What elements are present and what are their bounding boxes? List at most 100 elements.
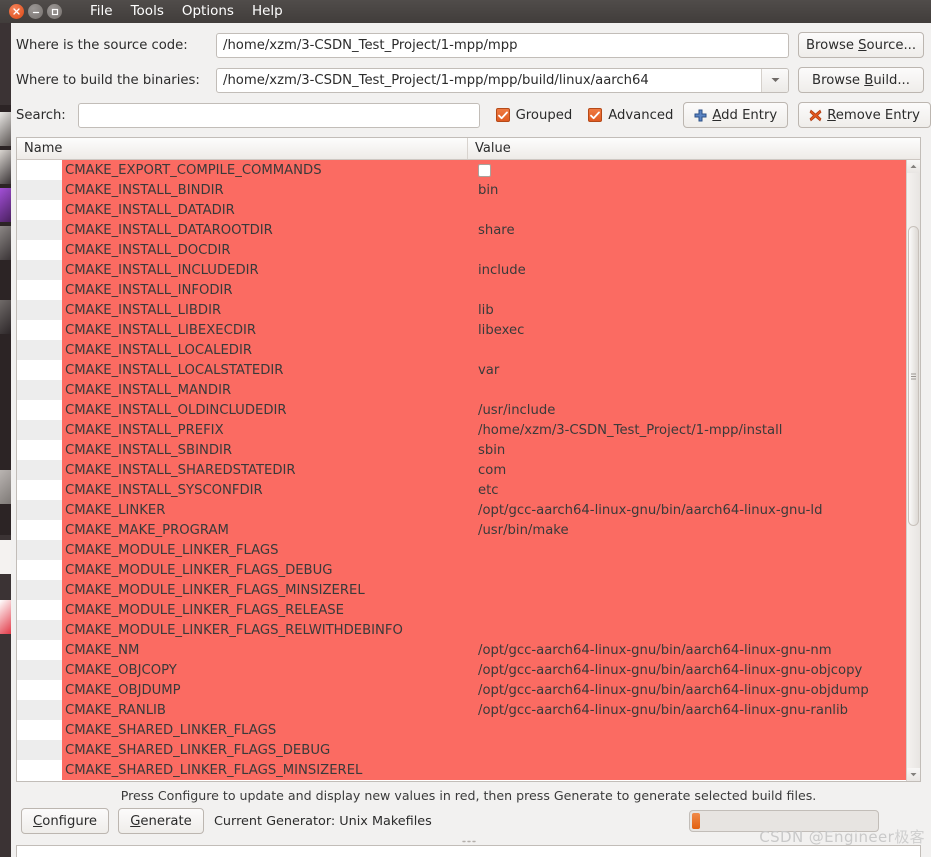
table-row[interactable]: CMAKE_INSTALL_OLDINCLUDEDIR/usr/include: [17, 400, 906, 420]
table-row[interactable]: CMAKE_SHARED_LINKER_FLAGS_DEBUG: [17, 740, 906, 760]
table-body[interactable]: CMAKE_EXPORT_COMPILE_COMMANDS CMAKE_INSTA…: [17, 160, 906, 781]
chevron-down-icon[interactable]: [761, 68, 788, 92]
launcher-icon-editor[interactable]: [0, 226, 11, 260]
cache-entry-value[interactable]: /opt/gcc-aarch64-linux-gnu/bin/aarch64-l…: [468, 500, 906, 520]
cache-entry-name[interactable]: CMAKE_INSTALL_SYSCONFDIR: [62, 480, 468, 500]
table-row[interactable]: CMAKE_INSTALL_INFODIR: [17, 280, 906, 300]
cache-entry-name[interactable]: CMAKE_SHARED_LINKER_FLAGS: [62, 720, 468, 740]
launcher-icon-terminal[interactable]: [0, 150, 11, 184]
cache-entry-value[interactable]: /home/xzm/3-CSDN_Test_Project/1-mpp/inst…: [468, 420, 906, 440]
cache-entry-value[interactable]: [468, 200, 906, 220]
cache-entry-value[interactable]: [468, 380, 906, 400]
cache-entry-value[interactable]: [468, 540, 906, 560]
source-path-input[interactable]: /home/xzm/3-CSDN_Test_Project/1-mpp/mpp: [216, 32, 789, 58]
cache-entry-value[interactable]: /opt/gcc-aarch64-linux-gnu/bin/aarch64-l…: [468, 660, 906, 680]
menu-item-file[interactable]: File: [81, 1, 122, 22]
cache-entry-value[interactable]: sbin: [468, 440, 906, 460]
cache-entry-value[interactable]: include: [468, 260, 906, 280]
cache-entry-value[interactable]: [468, 160, 906, 180]
table-row[interactable]: CMAKE_INSTALL_LOCALEDIR: [17, 340, 906, 360]
cache-entry-name[interactable]: CMAKE_INSTALL_PREFIX: [62, 420, 468, 440]
cache-entry-name[interactable]: CMAKE_OBJDUMP: [62, 680, 468, 700]
cache-entry-name[interactable]: CMAKE_MODULE_LINKER_FLAGS_DEBUG: [62, 560, 468, 580]
cache-entry-name[interactable]: CMAKE_NM: [62, 640, 468, 660]
cache-entry-value[interactable]: share: [468, 220, 906, 240]
cache-entry-name[interactable]: CMAKE_MODULE_LINKER_FLAGS_RELWITHDEBINFO: [62, 620, 468, 640]
search-input[interactable]: [77, 102, 480, 128]
table-row[interactable]: CMAKE_INSTALL_DATADIR: [17, 200, 906, 220]
table-row[interactable]: CMAKE_MODULE_LINKER_FLAGS: [17, 540, 906, 560]
cache-entry-name[interactable]: CMAKE_SHARED_LINKER_FLAGS_MINSIZEREL: [62, 760, 468, 780]
column-header-value[interactable]: Value: [468, 138, 920, 159]
cache-entry-name[interactable]: CMAKE_RANLIB: [62, 700, 468, 720]
table-row[interactable]: CMAKE_SHARED_LINKER_FLAGS: [17, 720, 906, 740]
table-row[interactable]: CMAKE_INSTALL_DATAROOTDIR share: [17, 220, 906, 240]
table-row[interactable]: CMAKE_INSTALL_SYSCONFDIR etc: [17, 480, 906, 500]
menu-item-options[interactable]: Options: [173, 1, 243, 22]
cache-entry-value[interactable]: [468, 240, 906, 260]
grouped-checkbox[interactable]: Grouped: [495, 108, 572, 123]
cache-entry-value[interactable]: [468, 620, 906, 640]
table-row[interactable]: CMAKE_INSTALL_SHAREDSTATEDIR com: [17, 460, 906, 480]
cache-entry-name[interactable]: CMAKE_INSTALL_LIBDIR: [62, 300, 468, 320]
launcher-icon-extra-a[interactable]: [0, 540, 11, 574]
scrollbar-thumb[interactable]: [908, 226, 919, 526]
cache-entry-value[interactable]: var: [468, 360, 906, 380]
cache-entry-value[interactable]: [468, 600, 906, 620]
table-row[interactable]: CMAKE_INSTALL_DOCDIR: [17, 240, 906, 260]
table-row[interactable]: CMAKE_MODULE_LINKER_FLAGS_MINSIZEREL: [17, 580, 906, 600]
scroll-down-arrow-icon[interactable]: [907, 768, 920, 781]
cache-entry-name[interactable]: CMAKE_INSTALL_OLDINCLUDEDIR: [62, 400, 468, 420]
table-row[interactable]: CMAKE_OBJDUMP/opt/gcc-aarch64-linux-gnu/…: [17, 680, 906, 700]
cache-entry-value[interactable]: libexec: [468, 320, 906, 340]
cache-entry-value[interactable]: [468, 720, 906, 740]
table-row[interactable]: CMAKE_INSTALL_LIBDIR lib: [17, 300, 906, 320]
table-row[interactable]: CMAKE_MODULE_LINKER_FLAGS_RELWITHDEBINFO: [17, 620, 906, 640]
column-header-name[interactable]: Name: [17, 138, 468, 159]
table-row[interactable]: CMAKE_INSTALL_LOCALSTATEDIR var: [17, 360, 906, 380]
table-row[interactable]: CMAKE_INSTALL_LIBEXECDIR libexec: [17, 320, 906, 340]
cache-entry-value[interactable]: [468, 560, 906, 580]
cache-entry-name[interactable]: CMAKE_INSTALL_SHAREDSTATEDIR: [62, 460, 468, 480]
minimize-button[interactable]: [28, 4, 43, 19]
unity-launcher[interactable]: [0, 0, 11, 857]
cache-entry-value[interactable]: /usr/bin/make: [468, 520, 906, 540]
launcher-icon-trash[interactable]: [0, 470, 11, 504]
cache-entry-name[interactable]: CMAKE_INSTALL_MANDIR: [62, 380, 468, 400]
browse-source-button[interactable]: Browse Source...: [798, 32, 924, 58]
table-row[interactable]: CMAKE_INSTALL_PREFIX/home/xzm/3-CSDN_Tes…: [17, 420, 906, 440]
cache-entry-value[interactable]: [468, 760, 906, 780]
cache-entry-value[interactable]: /usr/include: [468, 400, 906, 420]
advanced-checkbox[interactable]: Advanced: [588, 108, 673, 123]
table-row[interactable]: CMAKE_EXPORT_COMPILE_COMMANDS: [17, 160, 906, 180]
cache-entry-name[interactable]: CMAKE_INSTALL_DATADIR: [62, 200, 468, 220]
build-path-input[interactable]: /home/xzm/3-CSDN_Test_Project/1-mpp/mpp/…: [217, 69, 761, 92]
table-row[interactable]: CMAKE_LINKER/opt/gcc-aarch64-linux-gnu/b…: [17, 500, 906, 520]
table-row[interactable]: CMAKE_NM/opt/gcc-aarch64-linux-gnu/bin/a…: [17, 640, 906, 660]
cache-entry-value[interactable]: [468, 740, 906, 760]
scroll-up-arrow-icon[interactable]: [907, 160, 920, 173]
cache-entry-value[interactable]: lib: [468, 300, 906, 320]
cache-entry-value[interactable]: /opt/gcc-aarch64-linux-gnu/bin/aarch64-l…: [468, 640, 906, 660]
close-button[interactable]: [9, 4, 24, 19]
cache-entry-value[interactable]: etc: [468, 480, 906, 500]
cache-entry-name[interactable]: CMAKE_INSTALL_SBINDIR: [62, 440, 468, 460]
table-row[interactable]: CMAKE_OBJCOPY/opt/gcc-aarch64-linux-gnu/…: [17, 660, 906, 680]
launcher-icon-files[interactable]: [0, 112, 11, 146]
launcher-icon-software[interactable]: [0, 188, 11, 222]
table-row[interactable]: CMAKE_INSTALL_INCLUDEDIR include: [17, 260, 906, 280]
maximize-button[interactable]: [47, 4, 62, 19]
cache-entry-value[interactable]: [468, 280, 906, 300]
table-row[interactable]: CMAKE_SHARED_LINKER_FLAGS_MINSIZEREL: [17, 760, 906, 780]
menu-item-help[interactable]: Help: [243, 1, 292, 22]
cache-entry-name[interactable]: CMAKE_INSTALL_INFODIR: [62, 280, 468, 300]
cache-entry-value[interactable]: bin: [468, 180, 906, 200]
cache-entry-name[interactable]: CMAKE_INSTALL_INCLUDEDIR: [62, 260, 468, 280]
table-row[interactable]: CMAKE_INSTALL_BINDIR bin: [17, 180, 906, 200]
vertical-scrollbar[interactable]: [906, 160, 920, 781]
cache-entry-name[interactable]: CMAKE_INSTALL_BINDIR: [62, 180, 468, 200]
table-row[interactable]: CMAKE_MODULE_LINKER_FLAGS_DEBUG: [17, 560, 906, 580]
cache-entry-name[interactable]: CMAKE_INSTALL_DOCDIR: [62, 240, 468, 260]
launcher-icon-extra-b[interactable]: [0, 600, 11, 634]
output-log[interactable]: [16, 845, 921, 857]
